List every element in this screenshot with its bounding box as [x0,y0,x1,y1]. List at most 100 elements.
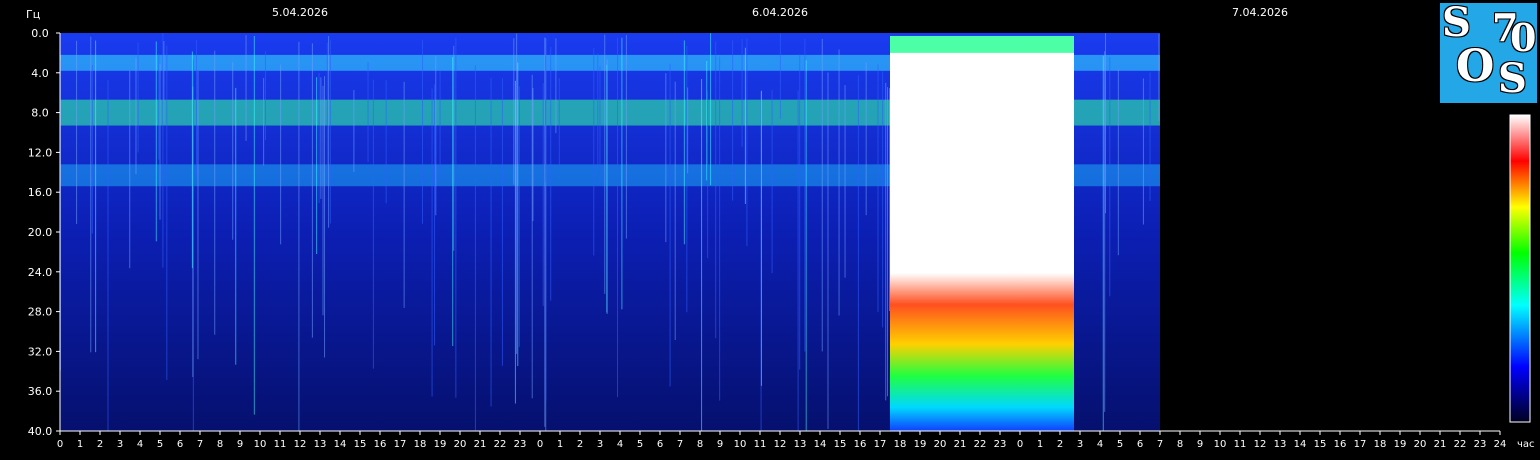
x-tick-label: 12 [294,439,307,450]
x-tick-label: 4 [137,439,143,450]
spectral-streak [550,46,552,301]
spectral-streak [328,36,330,228]
spectral-streak [544,55,546,183]
x-tick-label: 20 [934,439,947,450]
x-tick-label: 11 [274,439,287,450]
spectral-streak [746,38,748,247]
x-tick-label: 5 [1117,439,1123,450]
spectral-streak [885,82,887,401]
x-tick-label: 10 [734,439,747,450]
spectral-streak [91,65,93,234]
x-tick-label: 22 [1454,439,1467,450]
spectral-streak [76,40,78,224]
y-tick-label: 8.0 [31,107,49,120]
spectral-streak [517,62,519,367]
spectral-streak [797,90,799,431]
spectral-streak [129,70,131,269]
x-tick-label: 5 [637,439,643,450]
y-tick-label: 16.0 [28,186,53,199]
spectral-streak [385,80,387,204]
spectral-streak [882,71,884,328]
spectral-streak [372,79,374,369]
x-tick-label: 23 [514,439,527,450]
logo-letter-o: O [1456,41,1495,92]
spectral-streak [453,45,455,251]
y-unit-label: Гц [26,8,40,21]
x-tick-label: 2 [1057,439,1063,450]
spectral-streak [439,70,441,180]
spectral-streak [1142,78,1144,225]
x-tick-label: 23 [994,439,1007,450]
spectral-streak [235,87,237,365]
x-tick-label: 15 [354,439,367,450]
spectral-streak [741,38,743,147]
spectral-streak [532,87,534,221]
spectral-streak [1104,33,1106,214]
x-tick-label: 9 [237,439,243,450]
spectral-streak [1149,72,1151,202]
spectral-streak [455,37,457,398]
date-label: 5.04.2026 [272,6,328,19]
spectral-streak [838,49,840,316]
x-tick-label: 14 [334,439,347,450]
spectral-streak [844,85,846,278]
x-tick-label: 15 [1314,439,1327,450]
spectral-streak [779,33,781,119]
spectral-streak [316,77,318,255]
x-tick-label: 6 [1137,439,1143,450]
spectral-streak [155,41,157,242]
spectral-streak [805,60,807,432]
spectral-streak [320,77,322,199]
spectral-streak [329,40,331,224]
x-tick-label: 22 [494,439,507,450]
x-tick-label: 6 [657,439,663,450]
spectral-streak [434,84,436,346]
x-tick-label: 4 [1097,439,1103,450]
x-tick-label: 0 [537,439,543,450]
spectral-streak [435,56,437,216]
spectral-streak [821,38,823,352]
spectral-streak [687,87,689,174]
x-tick-label: 7 [1157,439,1163,450]
spectral-streak [501,78,503,366]
x-tick-label: 20 [454,439,467,450]
x-tick-label: 2 [97,439,103,450]
spectral-streak [452,57,454,347]
x-tick-label: 11 [754,439,767,450]
x-tick-label: 7 [197,439,203,450]
spectral-streak [804,38,806,352]
x-tick-label: 2 [577,439,583,450]
x-tick-label: 13 [314,439,327,450]
spectral-streak [827,72,829,429]
x-tick-label: 9 [717,439,723,450]
spectral-streak [403,81,405,308]
x-tick-label: 16 [374,439,387,450]
x-tick-label: 15 [834,439,847,450]
spectral-streak [514,80,516,404]
x-tick-label: 1 [77,439,83,450]
spectrogram-chart: 0.0 4.0 8.0 12.0 16.0 20.0 24.0 28.0 32.0 36.0 40.… [26,6,1535,450]
x-tick-label: 3 [597,439,603,450]
x-tick-label: 7 [677,439,683,450]
spectral-streak [683,40,685,245]
x-tick-label: 21 [474,439,487,450]
spectral-streak [264,51,266,141]
x-tick-label: 19 [1394,439,1407,450]
y-tick-label: 20.0 [28,226,53,239]
spectral-streak [799,54,801,370]
x-tick-label: 0 [57,439,63,450]
spectral-streak [490,77,492,407]
spectral-streak [771,90,773,274]
x-tick-label: 18 [894,439,907,450]
spectral-streak [516,33,518,354]
x-tick-label: 14 [814,439,827,450]
spectral-streak [558,78,560,180]
spectral-streak [719,56,721,401]
x-tick-label: 17 [394,439,407,450]
spectral-streak [158,54,160,160]
x-tick-label: 22 [974,439,987,450]
spectral-streak [877,64,879,312]
x-tick-label: 9 [1197,439,1203,450]
spectral-streak [90,36,92,353]
spectral-streak [367,62,369,163]
